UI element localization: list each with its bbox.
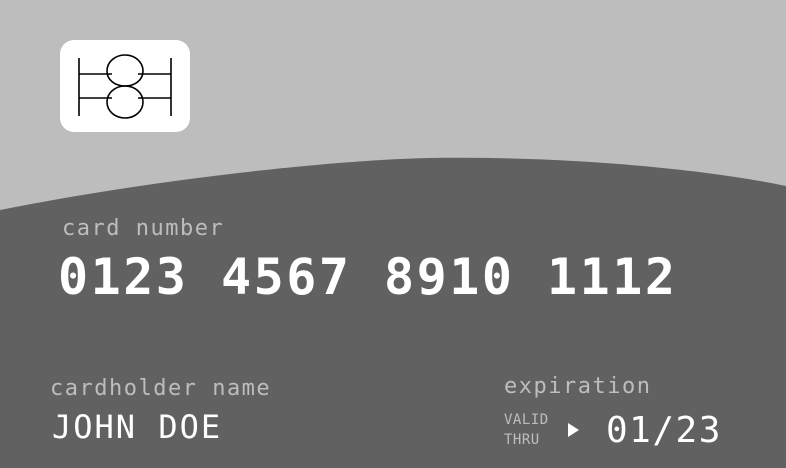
play-arrow-icon	[568, 423, 579, 437]
expiration-label: expiration	[504, 374, 652, 399]
cardholder-name-label: cardholder name	[50, 376, 272, 401]
cardholder-name: JOHN DOE	[52, 408, 223, 446]
valid-thru-label: VALID THRU	[504, 410, 549, 450]
chip-icon	[60, 40, 190, 132]
card-number-label: card number	[62, 216, 225, 241]
expiration-date: 01/23	[606, 410, 722, 451]
valid-text: VALID	[504, 412, 549, 428]
thru-text: THRU	[504, 432, 540, 448]
credit-card: card number 0123 4567 8910 1112 cardhold…	[0, 0, 786, 468]
card-number: 0123 4567 8910 1112	[58, 248, 678, 306]
